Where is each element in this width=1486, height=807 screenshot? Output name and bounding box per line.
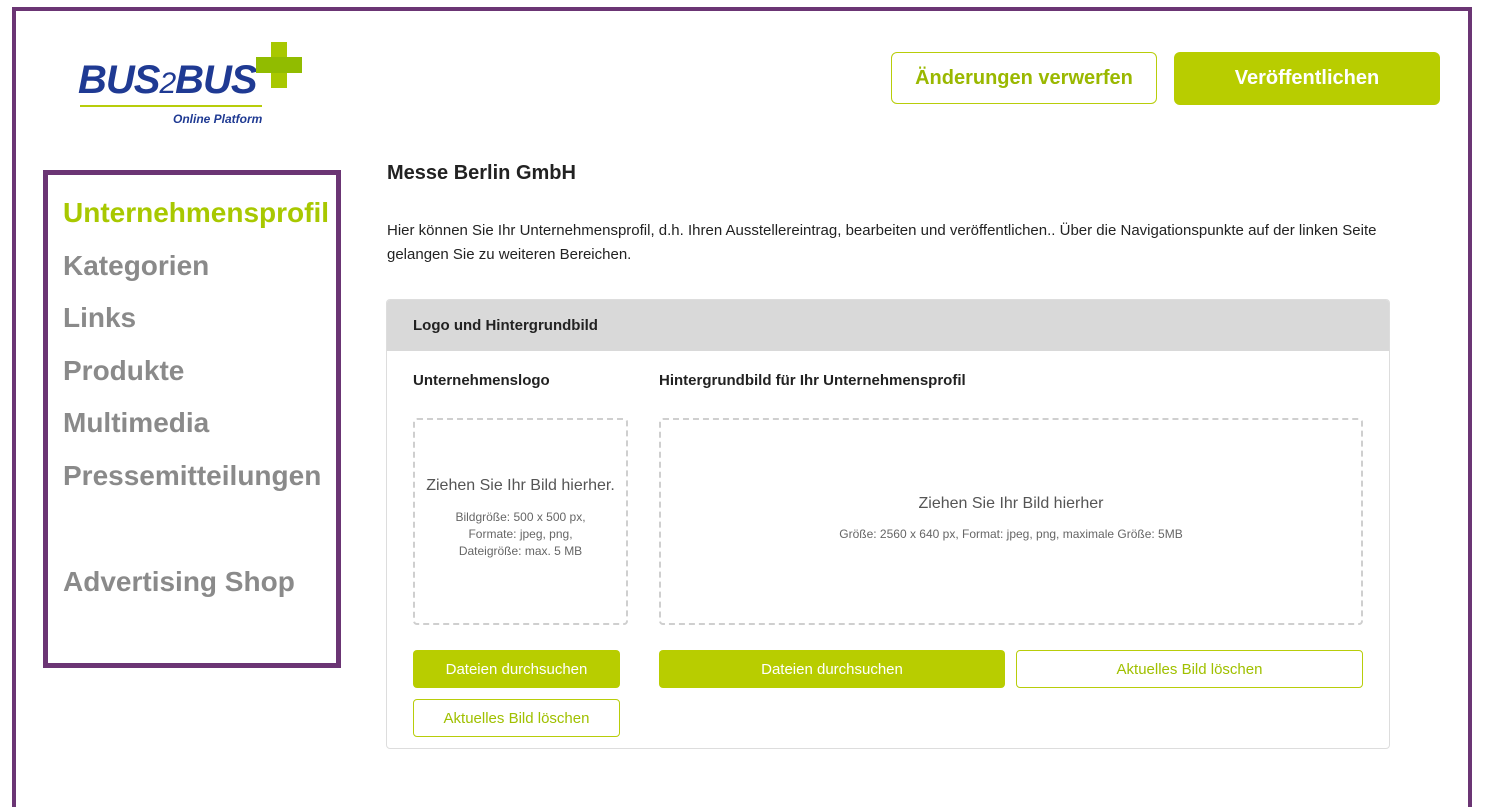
logo-browse-button[interactable]: Dateien durchsuchen	[413, 650, 620, 688]
logo-drop-zone[interactable]: Ziehen Sie Ihr Bild hierher. Bildgröße: …	[413, 418, 628, 625]
logo-wordmark: BUS2BUS	[78, 58, 258, 102]
sidebar-item-pressemitteilungen[interactable]: Pressemitteilungen	[63, 460, 321, 492]
sidebar-item-advertising-shop[interactable]: Advertising Shop	[63, 566, 295, 598]
background-delete-button[interactable]: Aktuelles Bild löschen	[1016, 650, 1363, 688]
logo-drop-info: Bildgröße: 500 x 500 px, Formate: jpeg, …	[455, 510, 586, 558]
sidebar-item-produkte[interactable]: Produkte	[63, 355, 184, 387]
sidebar-item-multimedia[interactable]: Multimedia	[63, 407, 209, 439]
background-drop-title: Ziehen Sie Ihr Bild hierher	[918, 495, 1104, 512]
intro-text: Hier können Sie Ihr Unternehmensprofil, …	[387, 222, 1377, 263]
background-drop-zone[interactable]: Ziehen Sie Ihr Bild hierher Größe: 2560 …	[659, 418, 1363, 625]
sidebar-item-unternehmensprofil[interactable]: Unternehmensprofil	[63, 197, 329, 229]
background-drop-info: Größe: 2560 x 640 px, Format: jpeg, png,…	[839, 527, 1183, 541]
page-title: Messe Berlin GmbH	[387, 162, 576, 184]
sidebar-item-kategorien[interactable]: Kategorien	[63, 250, 209, 282]
logo-underline	[80, 105, 262, 107]
logo-section-label: Unternehmenslogo	[413, 372, 550, 389]
logo-tagline: Online Platform	[173, 112, 263, 126]
plus-icon	[256, 42, 302, 88]
logo-background-panel: Logo und Hintergrundbild Unternehmenslog…	[386, 299, 1390, 749]
brand-logo[interactable]: BUS2BUS Online Platform	[78, 42, 308, 132]
sidebar-item-links[interactable]: Links	[63, 302, 136, 334]
logo-delete-button[interactable]: Aktuelles Bild löschen	[413, 699, 620, 737]
logo-drop-title: Ziehen Sie Ihr Bild hierher.	[426, 477, 615, 494]
background-section-label: Hintergrundbild für Ihr Unternehmensprof…	[659, 372, 966, 389]
sidebar-nav: Unternehmensprofil Kategorien Links Prod…	[43, 170, 341, 668]
background-browse-button[interactable]: Dateien durchsuchen	[659, 650, 1005, 688]
discard-changes-button[interactable]: Änderungen verwerfen	[891, 52, 1157, 104]
publish-button[interactable]: Veröffentlichen	[1174, 52, 1440, 105]
panel-header: Logo und Hintergrundbild	[387, 300, 1389, 351]
